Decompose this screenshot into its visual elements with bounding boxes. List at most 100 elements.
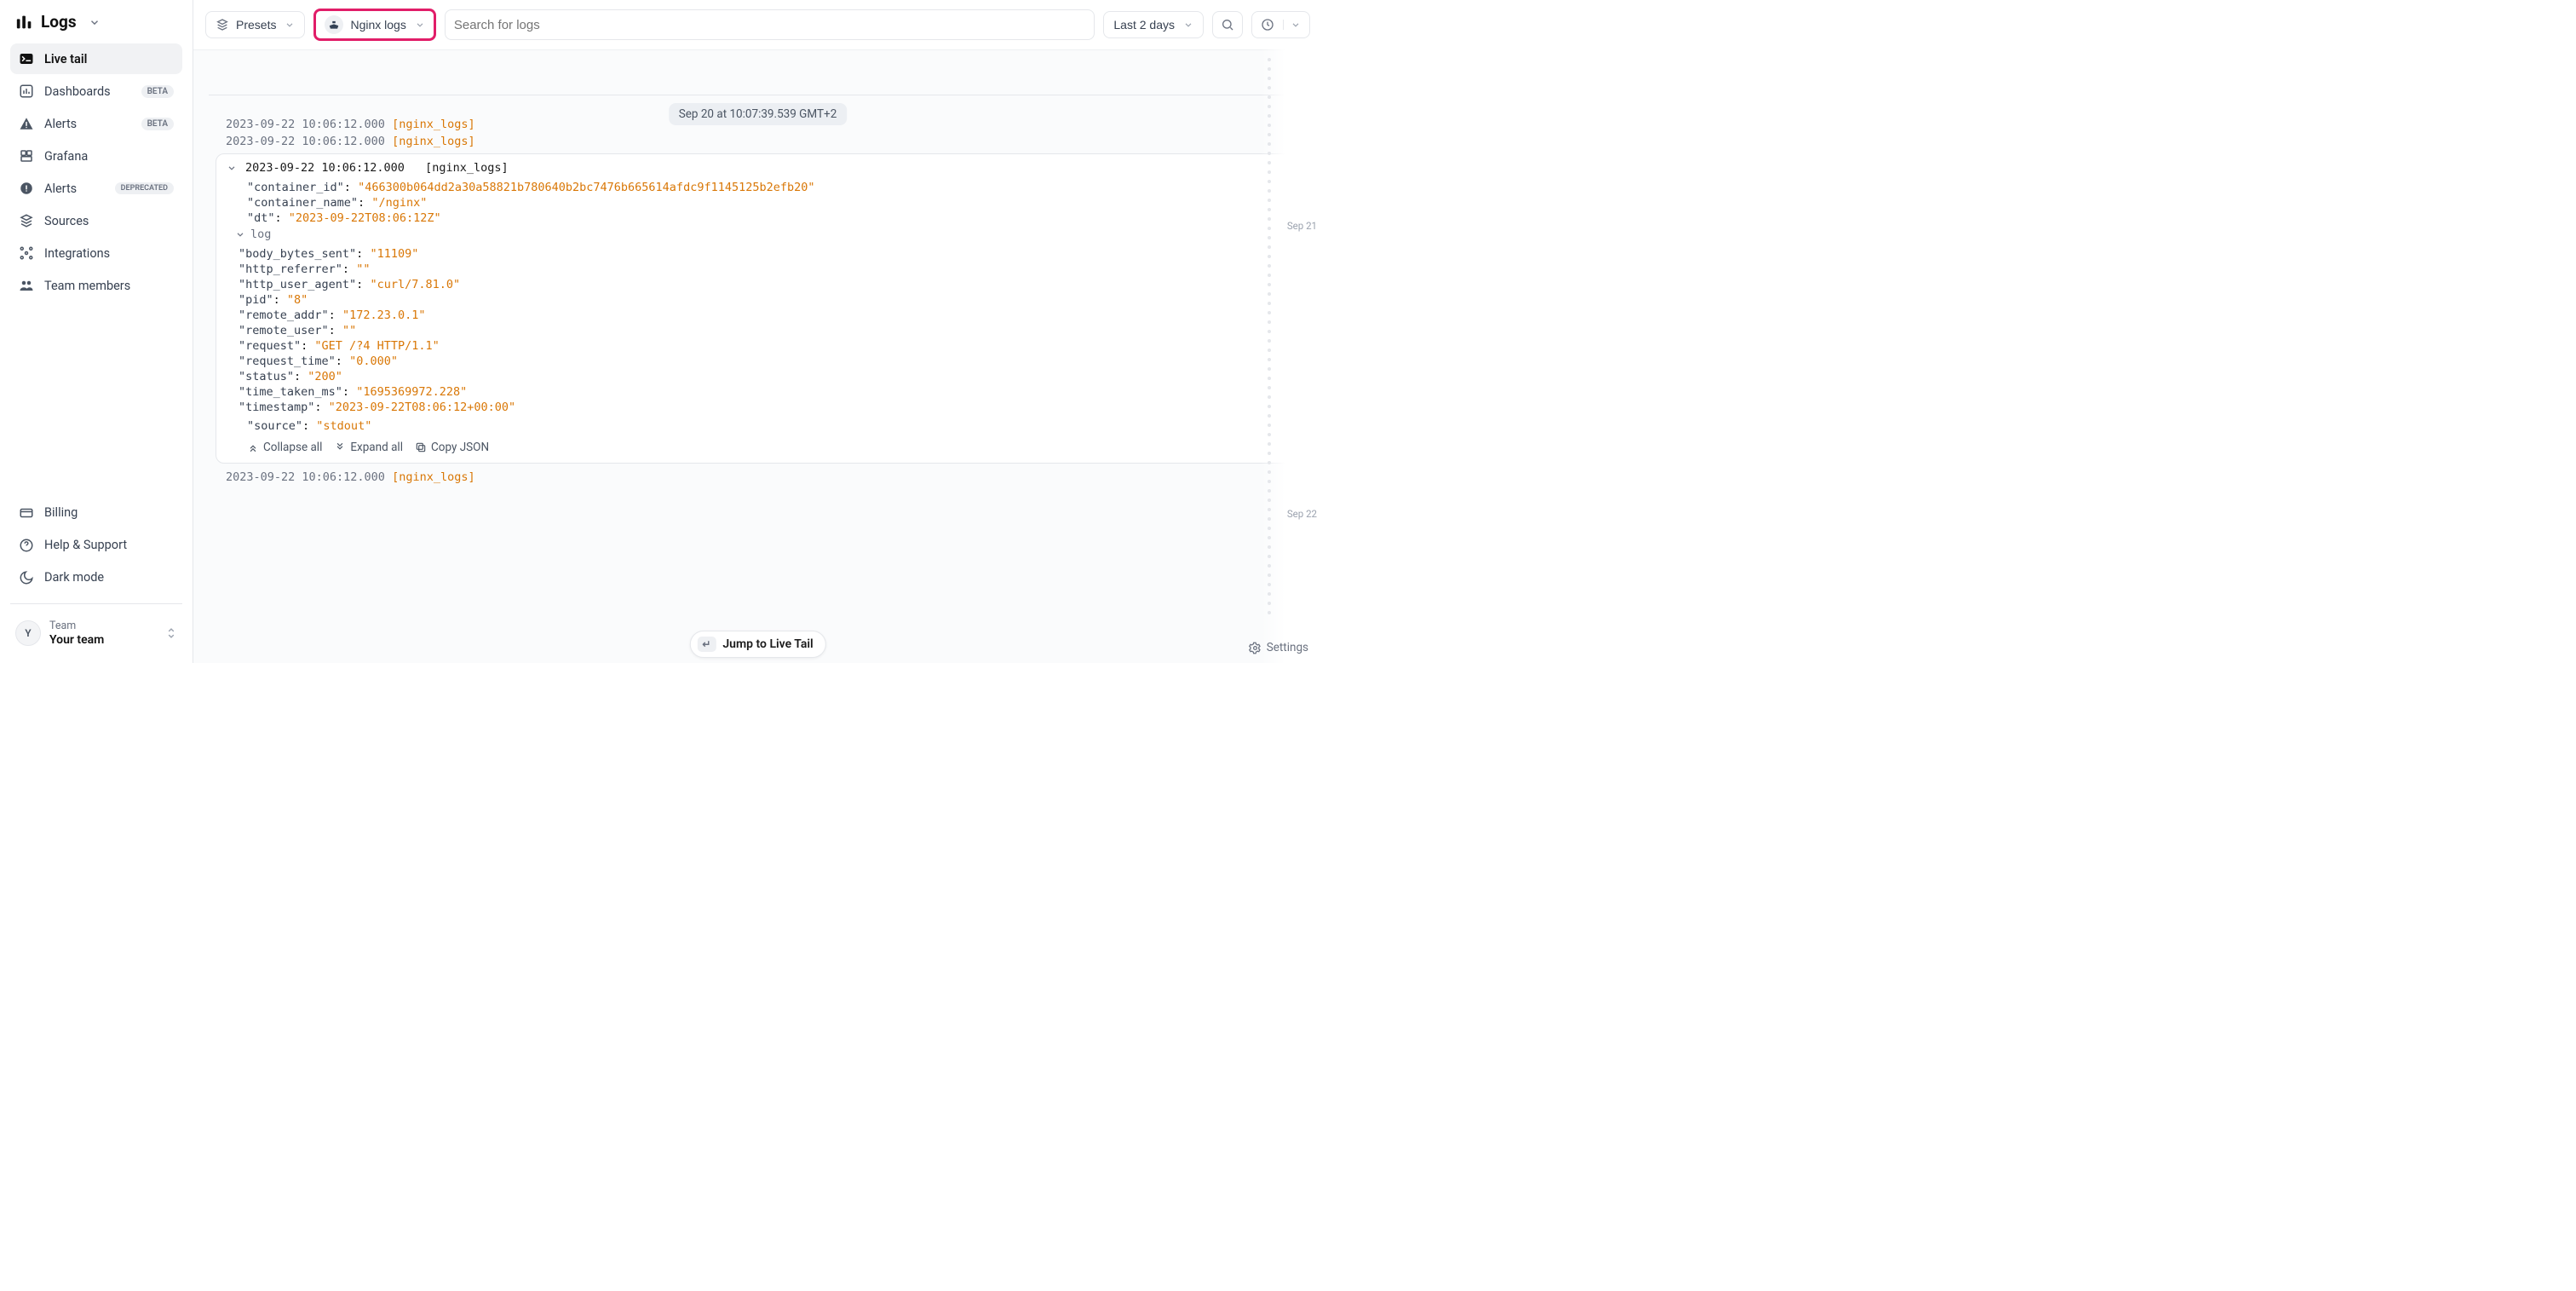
- clock-icon: [1261, 18, 1274, 32]
- sidebar-item-label: Sources: [44, 214, 89, 228]
- timestamp-pill: Sep 20 at 10:07:39.539 GMT+2: [669, 103, 848, 125]
- sidebar-item-label: Team members: [44, 279, 130, 293]
- collapse-all-button[interactable]: Collapse all: [247, 441, 322, 454]
- sidebar-item-dark-mode[interactable]: Dark mode: [10, 562, 182, 593]
- beta-badge: BETA: [141, 85, 174, 98]
- search-input[interactable]: [454, 18, 1086, 32]
- expand-all-button[interactable]: Expand all: [334, 441, 403, 454]
- sidebar-item-label: Live tail: [44, 52, 87, 66]
- log-line[interactable]: 2023-09-22 10:06:12.000 [nginx_logs]: [209, 469, 1307, 486]
- sidebar-item-alerts-deprecated[interactable]: Alerts DEPRECATED: [10, 173, 182, 204]
- chart-icon: [19, 84, 34, 99]
- chevron-down-icon: [89, 16, 101, 28]
- chevrons-updown-icon: [165, 625, 177, 641]
- sidebar-item-grafana[interactable]: Grafana: [10, 141, 182, 171]
- copy-json-button[interactable]: Copy JSON: [415, 441, 489, 454]
- log-line[interactable]: 2023-09-22 10:06:12.000 [nginx_logs]: [209, 133, 1307, 150]
- logo-icon: [15, 13, 34, 32]
- team-switcher[interactable]: Y Team Your team: [10, 614, 182, 653]
- presets-button[interactable]: Presets: [205, 11, 305, 38]
- search-field[interactable]: [445, 9, 1095, 40]
- json-field[interactable]: "request": "GET /?4 HTTP/1.1": [239, 338, 1289, 354]
- log-timestamp: 2023-09-22 10:06:12.000: [245, 161, 405, 175]
- help-icon: [19, 538, 34, 553]
- json-field[interactable]: "dt": "2023-09-22T08:06:12Z": [247, 210, 1289, 226]
- json-field[interactable]: "container_name": "/nginx": [247, 195, 1289, 210]
- integrations-icon: [19, 245, 34, 261]
- gear-icon: [1249, 642, 1262, 654]
- json-field[interactable]: "time_taken_ms": "1695369972.228": [239, 384, 1289, 400]
- info-icon: [19, 181, 34, 196]
- json-field[interactable]: "remote_addr": "172.23.0.1": [239, 308, 1289, 323]
- sidebar-item-help[interactable]: Help & Support: [10, 530, 182, 561]
- chevron-down-icon: [415, 20, 425, 30]
- topbar: Presets Nginx logs Last 2 days: [193, 0, 1322, 50]
- jump-label: Jump to Live Tail: [722, 637, 813, 651]
- chevron-down-icon: [285, 20, 295, 30]
- main: Presets Nginx logs Last 2 days: [193, 0, 1322, 663]
- ship-icon: [325, 15, 343, 34]
- jump-to-live-tail-button[interactable]: ↵ Jump to Live Tail: [689, 631, 825, 658]
- log-subgroup-label: log: [250, 228, 271, 241]
- sidebar-item-integrations[interactable]: Integrations: [10, 238, 182, 268]
- brand-switcher[interactable]: Logs: [10, 9, 182, 43]
- sidebar-item-label: Dashboards: [44, 84, 111, 99]
- json-field[interactable]: "source": "stdout": [247, 418, 1289, 434]
- billing-icon: [19, 505, 34, 521]
- sidebar-item-live-tail[interactable]: Live tail: [10, 43, 182, 74]
- json-field[interactable]: "container_id": "466300b064dd2a30a58821b…: [247, 180, 1289, 195]
- collapse-toggle[interactable]: [227, 163, 239, 173]
- source-select-button[interactable]: Nginx logs: [313, 9, 435, 41]
- layers-icon: [216, 18, 229, 32]
- search-icon: [1221, 18, 1234, 32]
- deprecated-badge: DEPRECATED: [115, 182, 174, 194]
- sidebar-item-label: Alerts: [44, 117, 77, 131]
- sources-icon: [19, 213, 34, 228]
- team-name: Your team: [49, 633, 104, 648]
- sidebar-item-team-members[interactable]: Team members: [10, 270, 182, 301]
- json-field[interactable]: "remote_user": "": [239, 323, 1289, 338]
- sidebar-item-billing[interactable]: Billing: [10, 498, 182, 528]
- people-icon: [19, 278, 34, 293]
- chevron-down-icon: [1183, 20, 1193, 30]
- json-field[interactable]: "request_time": "0.000": [239, 354, 1289, 369]
- grafana-icon: [19, 148, 34, 164]
- json-field[interactable]: "status": "200": [239, 369, 1289, 384]
- sidebar-item-dashboards[interactable]: Dashboards BETA: [10, 76, 182, 107]
- warning-icon: [19, 116, 34, 131]
- json-field[interactable]: "http_user_agent": "curl/7.81.0": [239, 277, 1289, 292]
- search-submit-button[interactable]: [1212, 11, 1243, 38]
- sidebar-item-label: Billing: [44, 505, 78, 520]
- sidebar-item-label: Dark mode: [44, 570, 104, 585]
- sidebar-item-alerts[interactable]: Alerts BETA: [10, 108, 182, 139]
- settings-button[interactable]: Settings: [1249, 641, 1308, 654]
- chevron-down-icon: [1283, 20, 1301, 30]
- log-source: [nginx_logs]: [425, 161, 509, 175]
- presets-label: Presets: [236, 18, 276, 32]
- beta-badge: BETA: [141, 118, 174, 130]
- sidebar-item-label: Help & Support: [44, 538, 127, 552]
- sidebar: Logs Live tail Dashboards BETA Alerts BE…: [0, 0, 193, 663]
- json-field[interactable]: "timestamp": "2023-09-22T08:06:12+00:00": [239, 400, 1289, 415]
- timerange-button[interactable]: Last 2 days: [1103, 11, 1204, 38]
- expanded-log-card: 2023-09-22 10:06:12.000 [nginx_logs] "co…: [216, 153, 1300, 464]
- primary-nav: Live tail Dashboards BETA Alerts BETA Gr…: [10, 43, 182, 301]
- sidebar-item-sources[interactable]: Sources: [10, 205, 182, 236]
- brand-title: Logs: [41, 12, 77, 32]
- json-field[interactable]: "pid": "8": [239, 292, 1289, 308]
- source-label: Nginx logs: [350, 18, 405, 32]
- time-picker-button[interactable]: [1251, 11, 1310, 38]
- keyboard-key-icon: ↵: [697, 637, 716, 652]
- json-field[interactable]: "body_bytes_sent": "11109": [239, 246, 1289, 262]
- log-view[interactable]: Sep 20 at 10:07:39.539 GMT+2 2023-09-22 …: [193, 50, 1322, 663]
- sidebar-item-label: Grafana: [44, 149, 88, 164]
- avatar: Y: [15, 620, 41, 646]
- json-field[interactable]: "http_referrer": "": [239, 262, 1289, 277]
- sidebar-item-label: Integrations: [44, 246, 110, 261]
- moon-icon: [19, 570, 34, 585]
- team-label: Team: [49, 620, 104, 633]
- sidebar-item-label: Alerts: [44, 182, 77, 196]
- terminal-icon: [19, 51, 34, 66]
- log-subgroup-toggle[interactable]: log: [227, 226, 1289, 243]
- timerange-label: Last 2 days: [1113, 18, 1175, 32]
